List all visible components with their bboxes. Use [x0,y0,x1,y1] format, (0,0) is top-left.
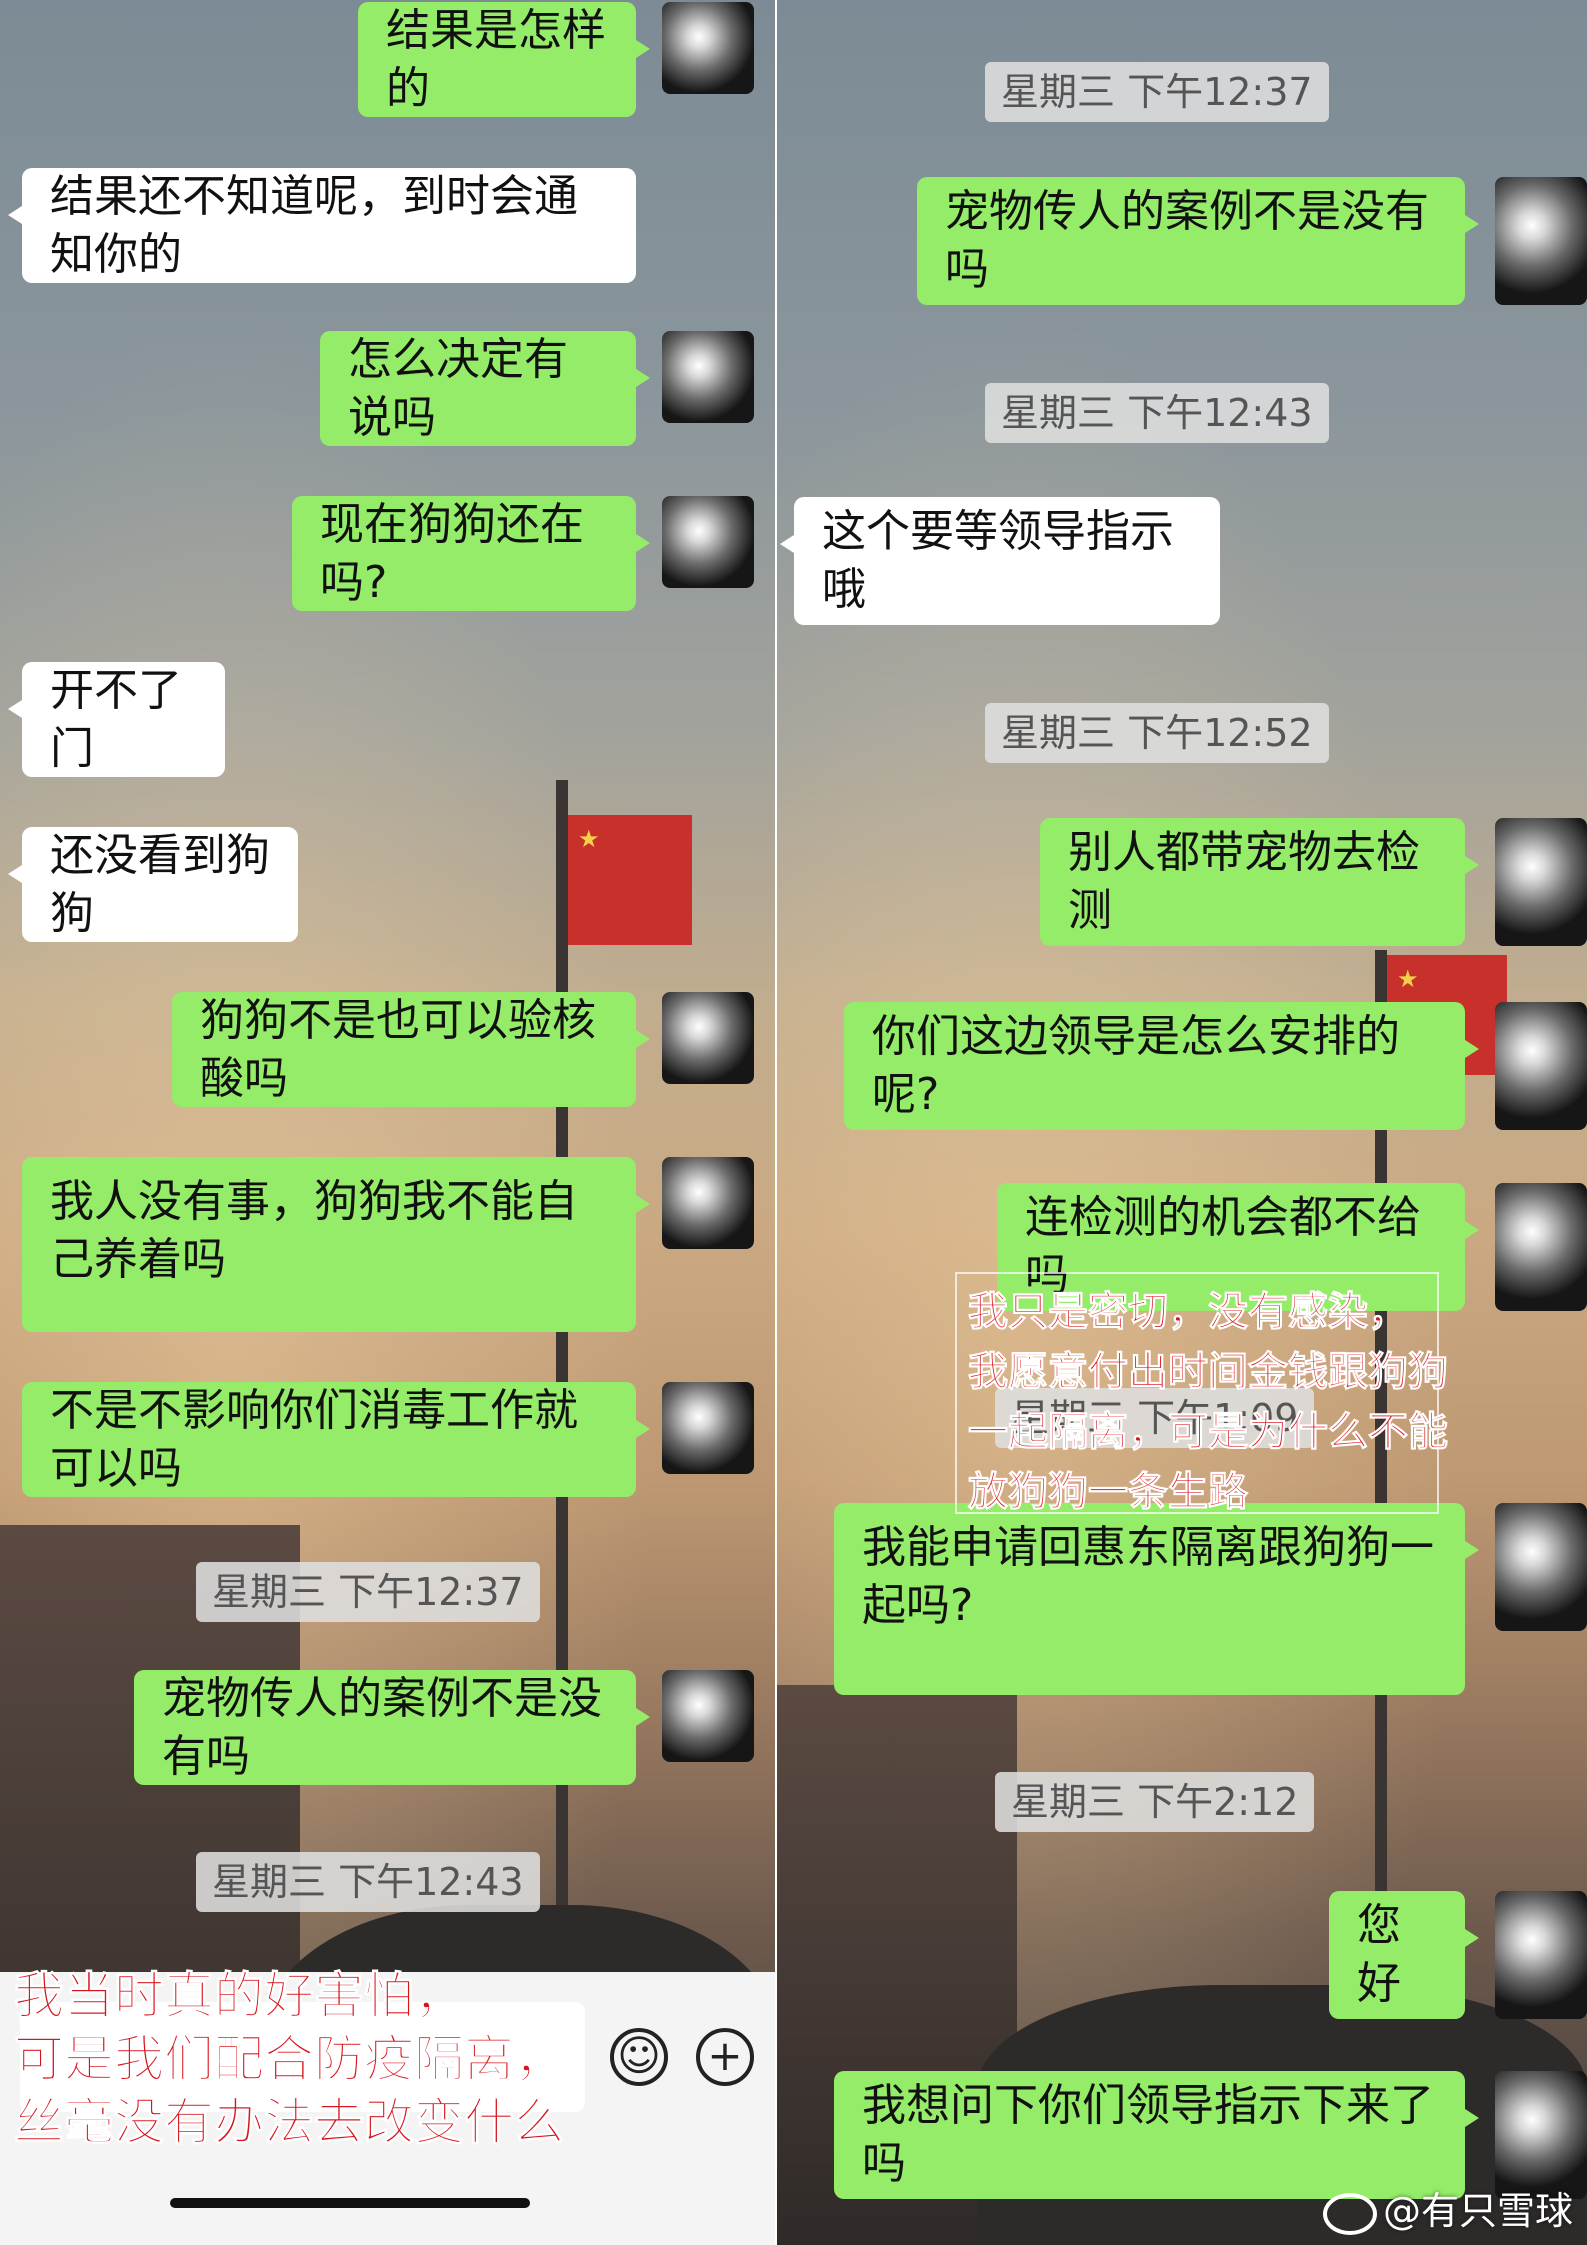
caption-line: 我只是密切，没有感染， [968,1289,1409,1336]
watermark: @有只雪球 [1322,2180,1573,2235]
message-text: 不是不影响你们消毒工作就可以吗 [50,1384,578,1494]
caption-line: 丝毫没有办法去改变什么 [14,2093,565,2152]
message-text: 宠物传人的案例不是没有吗 [945,186,1429,295]
caption-line: 我愿意付出时间金钱跟狗狗 [968,1349,1449,1396]
message-bubble-sent[interactable]: 我能申请回惠东隔离跟狗狗一起吗? [834,1503,1479,1695]
avatar[interactable] [1495,1002,1587,1130]
message-text: 开不了门 [50,664,182,774]
message-bubble-sent[interactable]: 不是不影响你们消毒工作就可以吗 [22,1382,650,1497]
message-bubble-sent[interactable]: 怎么决定有说吗 [320,331,650,446]
timestamp: 星期三 下午2:12 [995,1772,1315,1832]
message-bubble-sent[interactable]: 你们这边领导是怎么安排的呢? [844,1002,1479,1130]
message-bubble-sent[interactable]: 我人没有事，狗狗我不能自己养着吗 [22,1157,650,1332]
avatar[interactable] [662,992,754,1084]
message-text: 还没看到狗狗 [50,829,270,939]
caption-line: 放狗狗一条生路 [968,1469,1249,1516]
message-text: 现在狗狗还在吗? [320,498,584,608]
avatar[interactable] [662,1670,754,1762]
message-bubble-sent[interactable]: 狗狗不是也可以验核酸吗 [172,992,650,1107]
chat-screenshot-right: ★ 星期三 下午12:37 宠物传人的案例不是没有吗 星期三 下午12:43 这… [777,0,1587,2245]
avatar[interactable] [662,1157,754,1249]
message-text: 怎么决定有说吗 [348,333,568,443]
message-bubble-sent[interactable]: 别人都带宠物去检测 [1040,818,1479,946]
timestamp: 星期三 下午12:52 [985,703,1329,763]
avatar[interactable] [1495,1891,1587,2019]
smiley-icon[interactable]: ☺ [610,2028,668,2086]
message-bubble-sent[interactable]: 您好 [1329,1891,1479,2019]
avatar[interactable] [1495,177,1587,305]
timestamp: 星期三 下午12:43 [985,383,1329,443]
watermark-text: @有只雪球 [1382,2189,1573,2233]
message-bubble-received[interactable]: 开不了门 [8,662,225,777]
message-bubble-sent[interactable]: 结果是怎样的 [358,2,650,117]
message-text: 您好 [1357,1900,1401,2009]
message-bubble-received[interactable]: 结果还不知道呢，到时会通知你的 [8,168,636,283]
avatar[interactable] [662,2,754,94]
message-text: 结果还不知道呢，到时会通知你的 [50,170,578,280]
avatar[interactable] [662,496,754,588]
avatar[interactable] [662,331,754,423]
message-text: 你们这边领导是怎么安排的呢? [872,1011,1400,1120]
caption-overlay-left: 我当时真的好害怕， 可是我们配合防疫隔离， 丝毫没有办法去改变什么 [14,1965,565,2154]
message-bubble-sent[interactable]: 宠物传人的案例不是没有吗 [917,177,1479,305]
caption-line: 我当时真的好害怕， [14,1967,465,2026]
message-bubble-received[interactable]: 这个要等领导指示哦 [780,497,1220,625]
message-text: 别人都带宠物去检测 [1068,827,1420,936]
timestamp: 星期三 下午12:37 [196,1562,540,1622]
avatar[interactable] [1495,1183,1587,1311]
message-text: 这个要等领导指示哦 [822,506,1174,615]
caption-overlay-right: 我只是密切，没有感染， 我愿意付出时间金钱跟狗狗 一起隔离，可是为什么不能 放狗… [968,1282,1449,1522]
message-text: 我想问下你们领导指示下来了吗 [862,2080,1434,2189]
avatar[interactable] [1495,1503,1587,1631]
message-text: 宠物传人的案例不是没有吗 [162,1672,602,1782]
caption-line: 可是我们配合防疫隔离， [14,2030,565,2089]
caption-line: 一起隔离，可是为什么不能 [968,1409,1449,1456]
message-bubble-received[interactable]: 还没看到狗狗 [8,827,298,942]
avatar[interactable] [662,1382,754,1474]
avatar[interactable] [1495,818,1587,946]
flag-image: ★ [568,815,692,945]
message-text: 我能申请回惠东隔离跟狗狗一起吗? [862,1522,1434,1631]
plus-icon[interactable]: + [696,2028,754,2086]
message-bubble-sent[interactable]: 宠物传人的案例不是没有吗 [134,1670,650,1785]
message-text: 结果是怎样的 [386,4,606,114]
message-bubble-sent[interactable]: 现在狗狗还在吗? [292,496,650,611]
message-text: 我人没有事，狗狗我不能自己养着吗 [50,1176,578,1285]
timestamp: 星期三 下午12:37 [985,62,1329,122]
home-indicator [170,2198,530,2208]
weibo-logo-icon [1322,2192,1377,2235]
chat-screenshot-left: ★ 结果是怎样的 结果还不知道呢，到时会通知你的 怎么决定有说吗 现在狗狗还在吗… [0,0,775,2245]
timestamp: 星期三 下午12:43 [196,1852,540,1912]
message-text: 狗狗不是也可以验核酸吗 [200,994,596,1104]
